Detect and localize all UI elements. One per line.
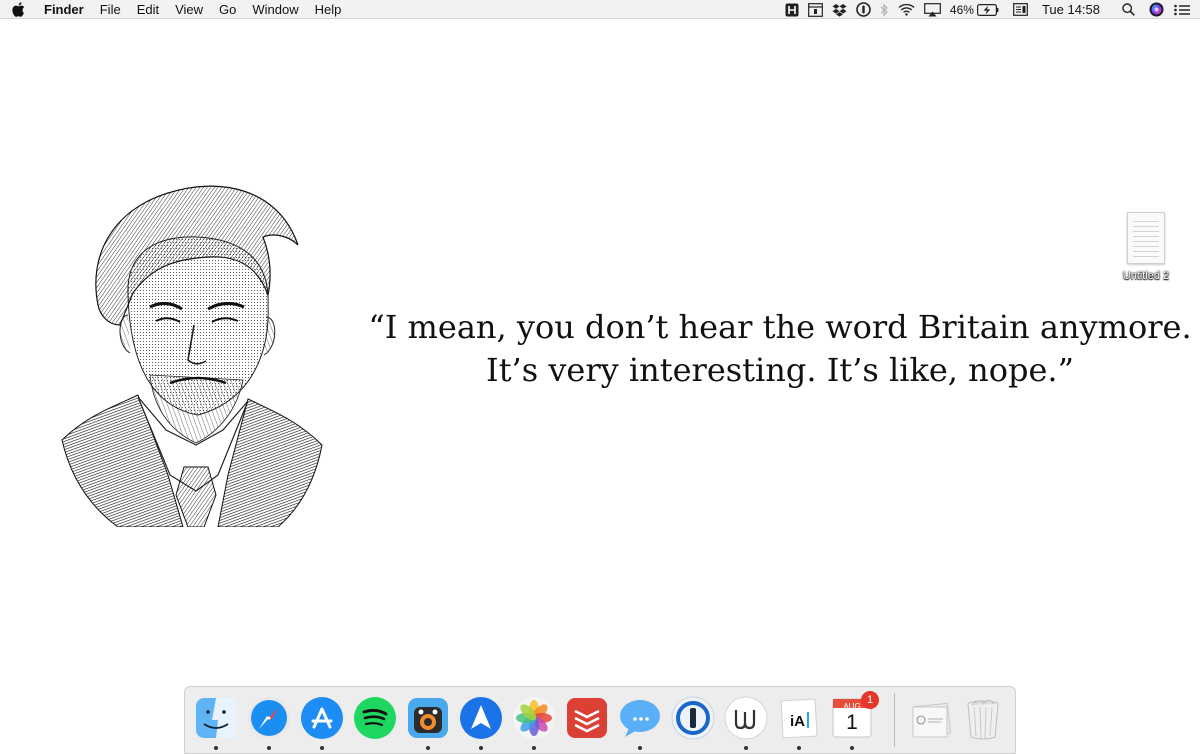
apple-menu[interactable] [0, 1, 36, 17]
menu-bar: Finder File Edit View Go Window Help 46% [0, 0, 1200, 19]
menu-bar-extras: 46% Tue 14:58 [776, 0, 1190, 19]
stack-icon [912, 702, 952, 738]
dropbox-icon[interactable] [832, 0, 847, 19]
dock-ia-writer[interactable]: iA [776, 695, 822, 750]
wallpaper-quote: “I mean, you don’t hear the word Britain… [340, 306, 1200, 392]
search-icon[interactable] [1122, 0, 1135, 19]
dock-separator [894, 693, 895, 747]
dock-spotify[interactable] [352, 695, 398, 741]
apple-icon [11, 1, 24, 17]
wunderlist-icon [724, 696, 768, 740]
quote-line-2: It’s very interesting. It’s like, nope.” [486, 351, 1074, 389]
display-icon[interactable] [1013, 0, 1028, 19]
desktop-file-untitled-2[interactable]: Untitled 2 [1112, 212, 1180, 282]
dock-safari[interactable] [246, 695, 292, 750]
menu-bar-left: Finder File Edit View Go Window Help [0, 0, 349, 18]
dock: iA AUG 1 1 [184, 686, 1016, 754]
airplay-icon[interactable] [924, 0, 941, 19]
dock-photos[interactable] [511, 695, 557, 750]
menu-file[interactable]: File [92, 0, 129, 19]
dock-trash[interactable] [960, 695, 1006, 741]
quote-line-1: “I mean, you don’t hear the word Britain… [368, 308, 1192, 346]
wifi-icon[interactable] [898, 0, 915, 19]
window-icon[interactable] [808, 0, 823, 19]
dock-finder[interactable] [193, 695, 239, 750]
siri-icon[interactable] [1149, 0, 1164, 19]
finder-icon [196, 698, 236, 738]
notification-center-icon[interactable] [1174, 0, 1190, 19]
dock-spark[interactable] [458, 695, 504, 750]
photos-icon [513, 697, 555, 739]
app-store-icon [301, 697, 343, 739]
ia-writer-icon: iA [780, 698, 818, 739]
tweetbot-icon [408, 698, 448, 738]
1password-icon [671, 696, 715, 740]
dock-todoist[interactable] [564, 695, 610, 741]
dock-app-store[interactable] [299, 695, 345, 750]
menu-view[interactable]: View [167, 0, 211, 19]
battery-percentage[interactable]: 46% [950, 0, 974, 19]
dock-tweetbot[interactable] [405, 695, 451, 750]
spark-icon [460, 697, 502, 739]
dock-messages[interactable] [617, 695, 663, 750]
menu-go[interactable]: Go [211, 0, 244, 19]
svg-text:iA: iA [790, 713, 805, 730]
dock-documents-stack[interactable] [907, 695, 953, 741]
safari-icon [248, 697, 290, 739]
messages-icon [620, 700, 660, 737]
dock-wunderlist[interactable] [723, 695, 769, 750]
trash-icon [967, 699, 999, 740]
bluetooth-icon[interactable] [880, 0, 889, 19]
document-icon [1127, 212, 1165, 264]
menu-app-finder[interactable]: Finder [36, 0, 92, 19]
calendar-badge: 1 [861, 691, 879, 709]
calendar-day: 1 [846, 711, 858, 734]
engraved-portrait-illustration [58, 175, 326, 528]
h-icon[interactable] [785, 0, 799, 19]
desktop-file-label: Untitled 2 [1122, 270, 1170, 282]
1password-icon[interactable] [856, 0, 871, 19]
menu-edit[interactable]: Edit [129, 0, 167, 19]
spotify-icon [354, 697, 396, 739]
dock-calendar[interactable]: AUG 1 1 [829, 691, 879, 750]
dock-1password[interactable] [670, 695, 716, 741]
menu-clock[interactable]: Tue 14:58 [1042, 0, 1100, 19]
battery-icon[interactable] [976, 0, 999, 19]
menu-help[interactable]: Help [307, 0, 350, 19]
todoist-icon [567, 698, 607, 738]
menu-window[interactable]: Window [244, 0, 306, 19]
